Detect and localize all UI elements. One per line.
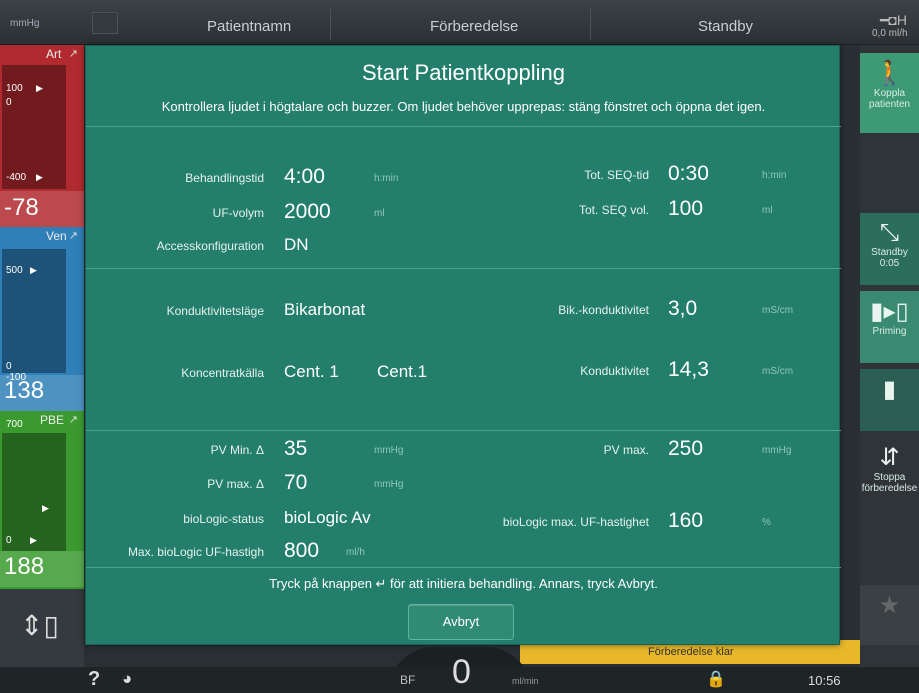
start-patient-connection-dialog: Start Patientkoppling Kontrollera ljudet… [85, 45, 841, 645]
biologic-max-uf-label: bioLogic max. UF-hastighet [502, 515, 649, 529]
stop-preparation-icon: ⇵ [879, 444, 900, 471]
pv-max-d-unit: mmHg [374, 479, 404, 490]
standby-icon: ⤡ [879, 219, 900, 246]
cancel-button[interactable]: Avbryt [408, 604, 514, 640]
seq-vol-value: 100 [668, 197, 704, 220]
uf-volym-value: 2000 [284, 200, 331, 223]
expand-arrow-icon: ↗ [68, 230, 78, 242]
bf-unit: ml/min [512, 676, 539, 686]
ven-zero: 0 [6, 361, 12, 372]
kond-lage-label: Konduktivitetsläge [166, 304, 264, 318]
pbe-pressure-panel[interactable]: PBE ↗ 700 ▶ 0 ▶ 188 [0, 411, 84, 589]
pv-min-unit: mmHg [374, 445, 404, 456]
seq-tid-value: 0:30 [668, 162, 709, 185]
lock-icon[interactable]: 🔒 [706, 669, 726, 689]
behandlingstid-label: Behandlingstid [185, 171, 264, 185]
seq-vol-unit: ml [762, 205, 773, 216]
biologic-status-value: bioLogic Av [284, 508, 371, 527]
time-display: 10:56 [808, 673, 841, 688]
bik-kond-unit: mS/cm [762, 305, 794, 316]
dialog-title: Start Patientkoppling [361, 60, 566, 85]
behandlingstid-unit: h:min [374, 173, 399, 184]
bf-value: 0 [452, 653, 471, 691]
max-biologic-uf-label: Max. bioLogic UF-hastigh [127, 545, 264, 559]
help-icon[interactable]: ? [88, 668, 100, 691]
ven-max: 500 [6, 265, 23, 276]
uf-volym-unit: ml [374, 208, 385, 219]
ven-value: 138 [4, 377, 45, 404]
connect-patient-button[interactable]: 🚶 Koppla patienten [860, 53, 919, 133]
pbe-value: 188 [4, 553, 45, 580]
pbe-zero: 0 [6, 535, 12, 546]
pv-min-value: 35 [284, 437, 308, 460]
top-bar: mmHg Patientnamn Förberedelse Standby ━◘… [0, 0, 919, 45]
disabled-button: ▮ [860, 369, 919, 431]
access-value: DN [284, 235, 309, 254]
venous-pressure-panel[interactable]: Ven ↗ 500 ▶ 0 -100 138 [0, 227, 84, 411]
pbe-max: 700 [6, 419, 23, 430]
seq-tid-label: Tot. SEQ-tid [584, 168, 649, 182]
pressure-unit: mmHg [10, 18, 40, 29]
level-adjust-panel[interactable]: ⇕▯ [0, 589, 84, 667]
walking-person-icon: 🚶 [874, 60, 905, 87]
pv-max-d-value: 70 [284, 471, 308, 494]
heparin-rate: 0,0 ml/h [872, 28, 908, 39]
art-value: -78 [4, 194, 39, 221]
priming-button[interactable]: ▮▸▯ Priming [860, 291, 919, 363]
art-max: 100 [6, 83, 23, 94]
favorite-button[interactable]: ★ [860, 585, 919, 645]
behandlingstid-value: 4:00 [284, 165, 325, 188]
bottom-bar: ? ◕ BF 0 ml/min 🔒 10:56 [0, 653, 919, 693]
seq-vol-label: Tot. SEQ vol. [578, 203, 649, 217]
priming-icon: ▮▸▯ [870, 298, 909, 325]
max-biologic-uf-unit: ml/h [346, 547, 365, 558]
kond-label: Konduktivitet [580, 364, 649, 378]
uf-volym-label: UF-volym [212, 206, 264, 220]
art-zero: 0 [6, 97, 12, 108]
art-label: Art [46, 47, 62, 61]
max-biologic-uf-value: 800 [284, 539, 320, 562]
kond-unit: mS/cm [762, 366, 794, 377]
kond-value: 14,3 [668, 358, 709, 381]
bf-label: BF [400, 673, 416, 687]
ven-label: Ven [46, 229, 67, 243]
arterial-pressure-panel[interactable]: Art ↗ 100 ▶ 0 -400 ▶ -78 [0, 45, 84, 227]
pv-min-label: PV Min. Δ [210, 443, 264, 457]
patient-name[interactable]: Patientnamn [207, 18, 291, 35]
right-action-panel: 🚶 Koppla patienten ⤡ Standby 0:05 ▮▸▯ Pr… [860, 45, 919, 667]
biologic-max-uf-value: 160 [668, 509, 704, 532]
pv-max-label: PV max. [603, 443, 649, 457]
pv-max-d-label: PV max. Δ [207, 477, 264, 491]
biologic-status-label: bioLogic-status [183, 512, 264, 526]
clock-icon[interactable]: ◕ [122, 669, 132, 689]
phase-title: Förberedelse [430, 18, 519, 35]
dialog-footer-instruction: Tryck på knappen ↵ för att initiera beha… [269, 576, 658, 591]
syringe-pump-icon[interactable]: ━◘H [880, 12, 907, 29]
kond-lage-value: Bikarbonat [284, 300, 366, 319]
konc-kalla-value-2: Cent.1 [377, 362, 428, 381]
bik-kond-label: Bik.-konduktivitet [558, 303, 649, 317]
patient-card-icon[interactable] [92, 12, 118, 34]
expand-arrow-icon: ↗ [68, 414, 78, 426]
art-min: -400 [6, 172, 27, 183]
dialog-info: Kontrollera ljudet i högtalare och buzze… [161, 99, 766, 114]
disabled-icon: ▮ [882, 376, 897, 403]
pv-max-value: 250 [668, 437, 704, 460]
expand-arrow-icon: ↗ [68, 48, 78, 60]
access-label: Accesskonfiguration [156, 239, 264, 253]
bik-kond-value: 3,0 [668, 297, 698, 320]
seq-tid-unit: h:min [762, 170, 787, 181]
konc-kalla-label: Koncentratkälla [181, 366, 264, 380]
pbe-label: PBE [40, 413, 65, 427]
standby-button[interactable]: ⤡ Standby 0:05 [860, 213, 919, 285]
pv-max-unit: mmHg [762, 445, 792, 456]
stop-preparation-button[interactable]: ⇵ Stoppa förberedelse [860, 437, 919, 519]
level-adjust-icon[interactable]: ⇕▯ [20, 609, 59, 642]
konc-kalla-value-1: Cent. 1 [284, 362, 339, 381]
status-title: Standby [698, 18, 754, 35]
star-icon: ★ [878, 592, 901, 619]
biologic-max-uf-unit: % [762, 517, 771, 528]
